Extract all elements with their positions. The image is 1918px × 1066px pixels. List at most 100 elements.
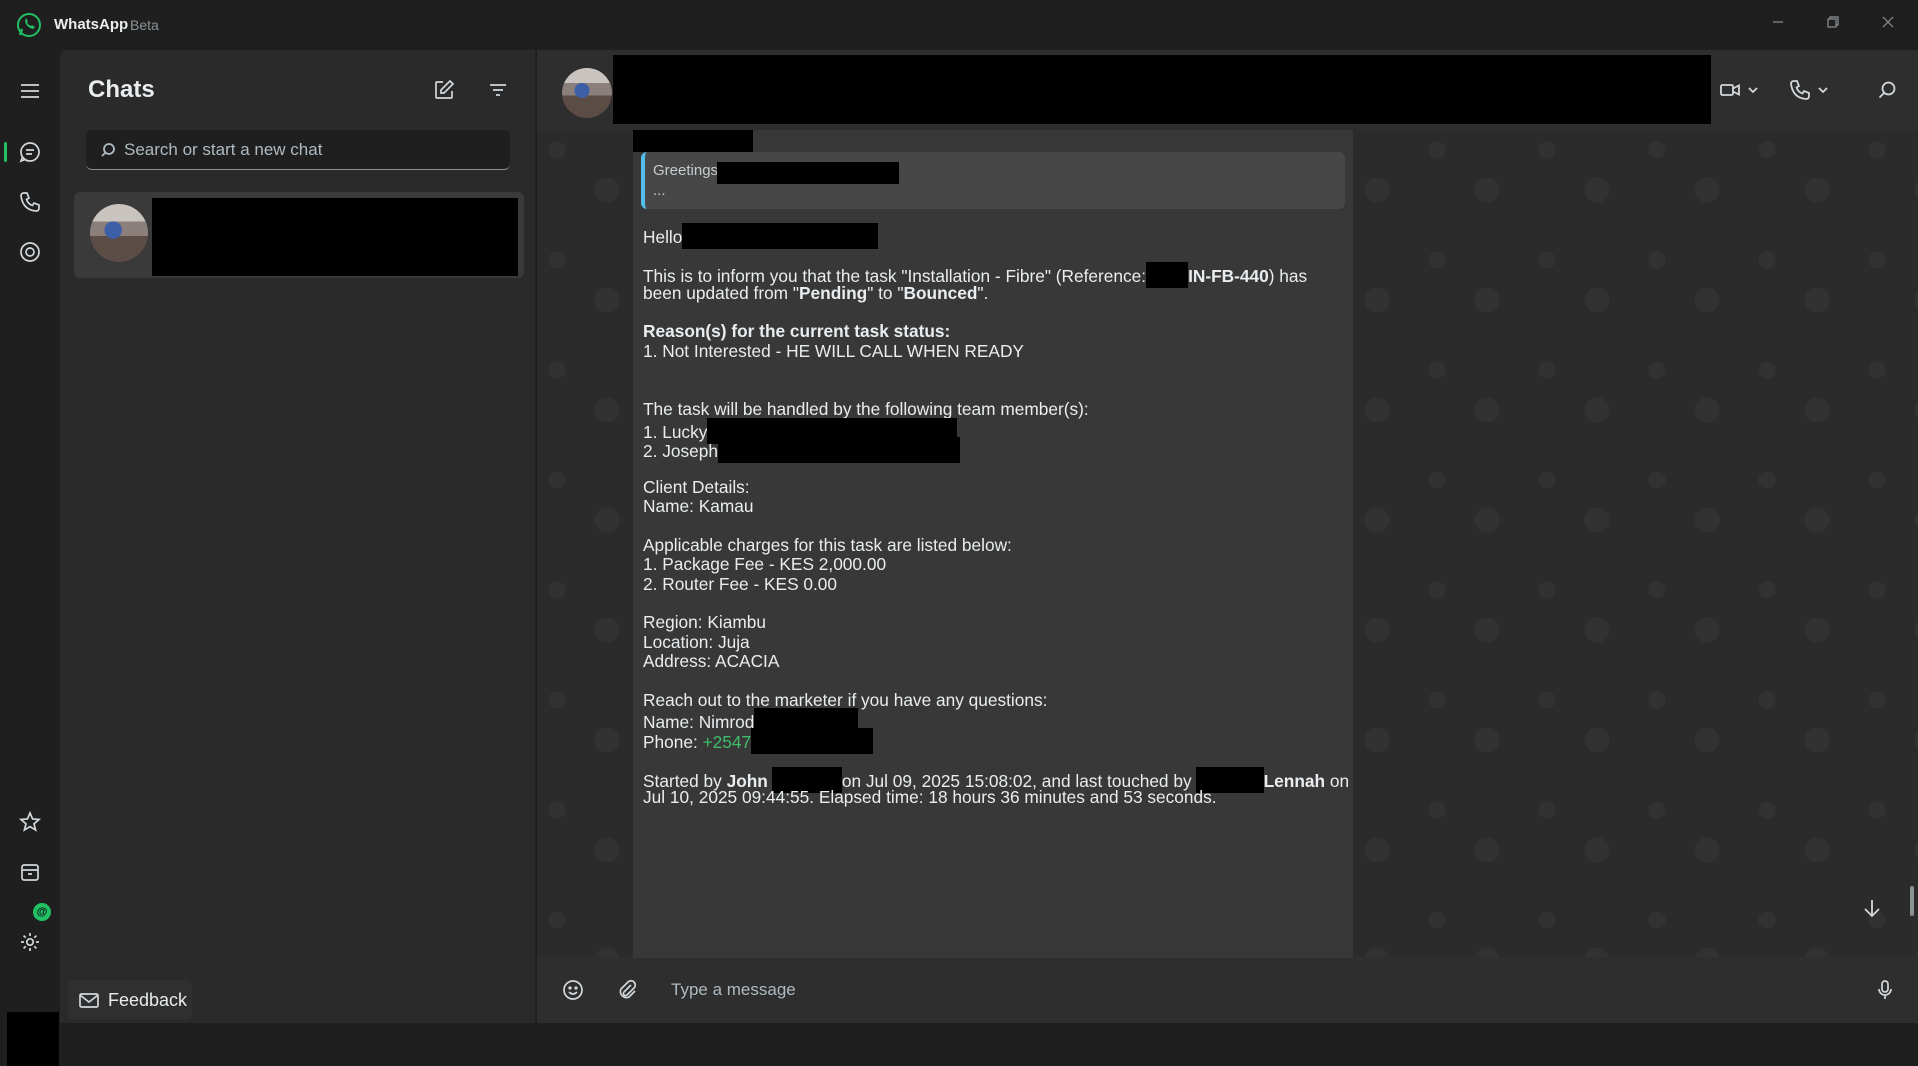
quoted-message[interactable]: Greetings ... [641,152,1345,209]
app-beta-label: Beta [130,17,159,33]
chevron-down-icon [1748,87,1758,94]
message-line: Hello [643,223,879,249]
chats-heading: Chats [88,76,155,103]
chat-list-item[interactable] [74,192,524,278]
team-heading: The task will be handled by the followin… [643,399,1089,419]
phone-link[interactable]: +2547 [703,732,752,752]
feedback-button[interactable]: Feedback [68,980,192,1020]
redacted-reference [1146,262,1189,288]
status-icon [20,242,40,262]
restore-button[interactable] [1811,6,1855,38]
microphone-icon [1878,980,1892,999]
minimize-icon [1773,21,1783,23]
close-button[interactable] [1866,6,1910,38]
region-text: Region: Kiambu [643,612,766,632]
calls-nav-button[interactable] [14,186,46,218]
address-text: Address: ACACIA [643,651,780,671]
archived-nav-button[interactable] [14,856,46,888]
chats-nav-button[interactable] [14,136,46,168]
starred-icon [19,811,41,832]
emoji-button[interactable] [557,974,589,1006]
settings-nav-button[interactable] [14,926,46,958]
video-camera-icon [1720,84,1740,96]
contact-avatar[interactable] [562,68,612,118]
navigation-rail: @ [0,50,60,1066]
video-call-button[interactable] [1719,72,1777,108]
new-chat-icon [435,79,455,99]
conversation-header [537,50,1918,130]
new-chat-button[interactable] [428,74,460,106]
team-member: 2. Joseph [643,437,960,463]
feedback-label: Feedback [108,989,188,1010]
status-to: Bounced [903,283,978,303]
message-input[interactable] [671,972,1831,1008]
greeting-text: Hello [643,227,683,247]
message-text: ) has [1268,266,1308,286]
redacted-name [682,223,879,249]
voice-call-button[interactable] [1789,72,1847,108]
redacted-quote-text [717,162,899,184]
client-name: Name: Kamau [643,496,754,516]
message-text: on [1325,771,1350,791]
active-indicator [4,142,7,162]
phone-icon [1790,80,1810,100]
profile-avatar[interactable] [7,1012,59,1066]
message-text: been updated from " [643,283,800,303]
starred-nav-button[interactable] [14,806,46,838]
paperclip-icon [619,979,637,999]
title-bar: WhatsApp Beta [0,0,1918,50]
app-title: WhatsApp [54,16,129,33]
search-icon [101,142,115,157]
filter-icon [490,84,506,96]
redacted-phone [751,728,874,754]
whatsapp-logo-icon [17,13,41,37]
phone-label: Phone: [643,732,703,752]
calls-icon [20,192,40,212]
status-nav-button[interactable] [14,236,46,268]
menu-button[interactable] [14,75,46,107]
search-icon [1878,81,1896,99]
message-text: " to " [867,283,904,303]
settings-icon [21,933,39,951]
search-messages-button[interactable] [1869,72,1905,108]
filter-chats-button[interactable] [482,74,514,106]
touched-by-name: Lennah [1263,771,1326,791]
archived-icon [21,864,39,881]
quote-preview: ... [653,182,666,199]
chat-list-panel: Chats Feedback [60,50,536,1023]
quote-title: Greetings [653,162,719,179]
charge-item: 1. Package Fee - KES 2,000.00 [643,554,887,574]
message-text: ". [977,283,989,303]
conversation-panel: Greetings ... Hello This is to inform yo… [537,50,1918,1023]
minimize-button[interactable] [1756,6,1800,38]
chat-avatar [90,204,148,262]
message-bubble[interactable]: Greetings ... Hello This is to inform yo… [633,130,1353,958]
restore-icon [1827,16,1839,28]
redacted-chat-info [152,198,518,276]
reason-item: 1. Not Interested - HE WILL CALL WHEN RE… [643,341,1024,361]
audit-line: Jul 10, 2025 09:44:55. Elapsed time: 18 … [643,787,1217,807]
search-box[interactable] [86,130,510,170]
status-from: Pending [799,283,868,303]
search-input[interactable] [124,139,504,160]
close-icon [1882,16,1894,28]
redacted-name [717,437,960,463]
scroll-to-bottom-button[interactable] [1854,890,1890,926]
marketer-phone: Phone: +2547 [643,728,874,754]
charge-item: 2. Router Fee - KES 0.00 [643,574,838,594]
emoji-icon [563,980,583,1000]
reasons-heading: Reason(s) for the current task status: [643,320,950,342]
reference-code: IN-FB-440 [1188,266,1269,286]
redacted-sender [633,130,753,152]
redacted-contact-name[interactable] [613,55,1711,124]
chevron-down-icon [1818,87,1828,94]
voice-message-button[interactable] [1869,974,1901,1006]
scrollbar[interactable] [1910,886,1914,916]
message-composer [537,958,1918,1023]
team-member-name: 2. Joseph [643,441,718,461]
message-line: been updated from "Pending" to "Bounced"… [643,282,988,304]
attach-button[interactable] [611,974,643,1006]
chats-icon [19,142,40,163]
reasons-heading-text: Reason(s) for the current task status: [643,321,951,341]
menu-icon [21,84,39,98]
